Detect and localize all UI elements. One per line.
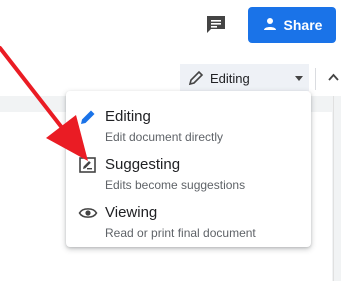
suggest-edit-icon <box>78 155 98 175</box>
menu-item-title: Suggesting <box>105 156 181 173</box>
share-button[interactable]: Share <box>248 7 336 43</box>
menu-item-editing[interactable]: Editing Edit document directly <box>66 103 311 149</box>
pencil-icon <box>188 70 204 86</box>
share-button-label: Share <box>283 17 323 33</box>
editing-mode-dropdown[interactable]: Editing <box>180 64 309 92</box>
chevron-down-icon <box>295 76 303 81</box>
toolbar-divider <box>315 68 316 90</box>
comment-icon[interactable] <box>205 14 227 34</box>
menu-item-subtitle: Read or print final document <box>105 226 256 240</box>
eye-icon <box>78 203 98 223</box>
chevron-up-icon[interactable] <box>326 70 341 85</box>
menu-item-viewing[interactable]: Viewing Read or print final document <box>66 199 311 245</box>
person-add-icon <box>262 16 278 35</box>
menu-item-suggesting[interactable]: Suggesting Edits become suggestions <box>66 151 311 197</box>
pencil-icon <box>78 107 98 127</box>
editing-mode-menu: Editing Edit document directly Suggestin… <box>66 91 311 247</box>
menu-item-title: Viewing <box>105 204 158 221</box>
top-bar: Share <box>0 0 341 52</box>
editing-mode-label: Editing <box>210 71 250 86</box>
menu-item-subtitle: Edits become suggestions <box>105 178 246 192</box>
menu-item-title: Editing <box>105 108 151 125</box>
scrollbar-divider <box>333 96 334 281</box>
menu-item-subtitle: Edit document directly <box>105 130 224 144</box>
